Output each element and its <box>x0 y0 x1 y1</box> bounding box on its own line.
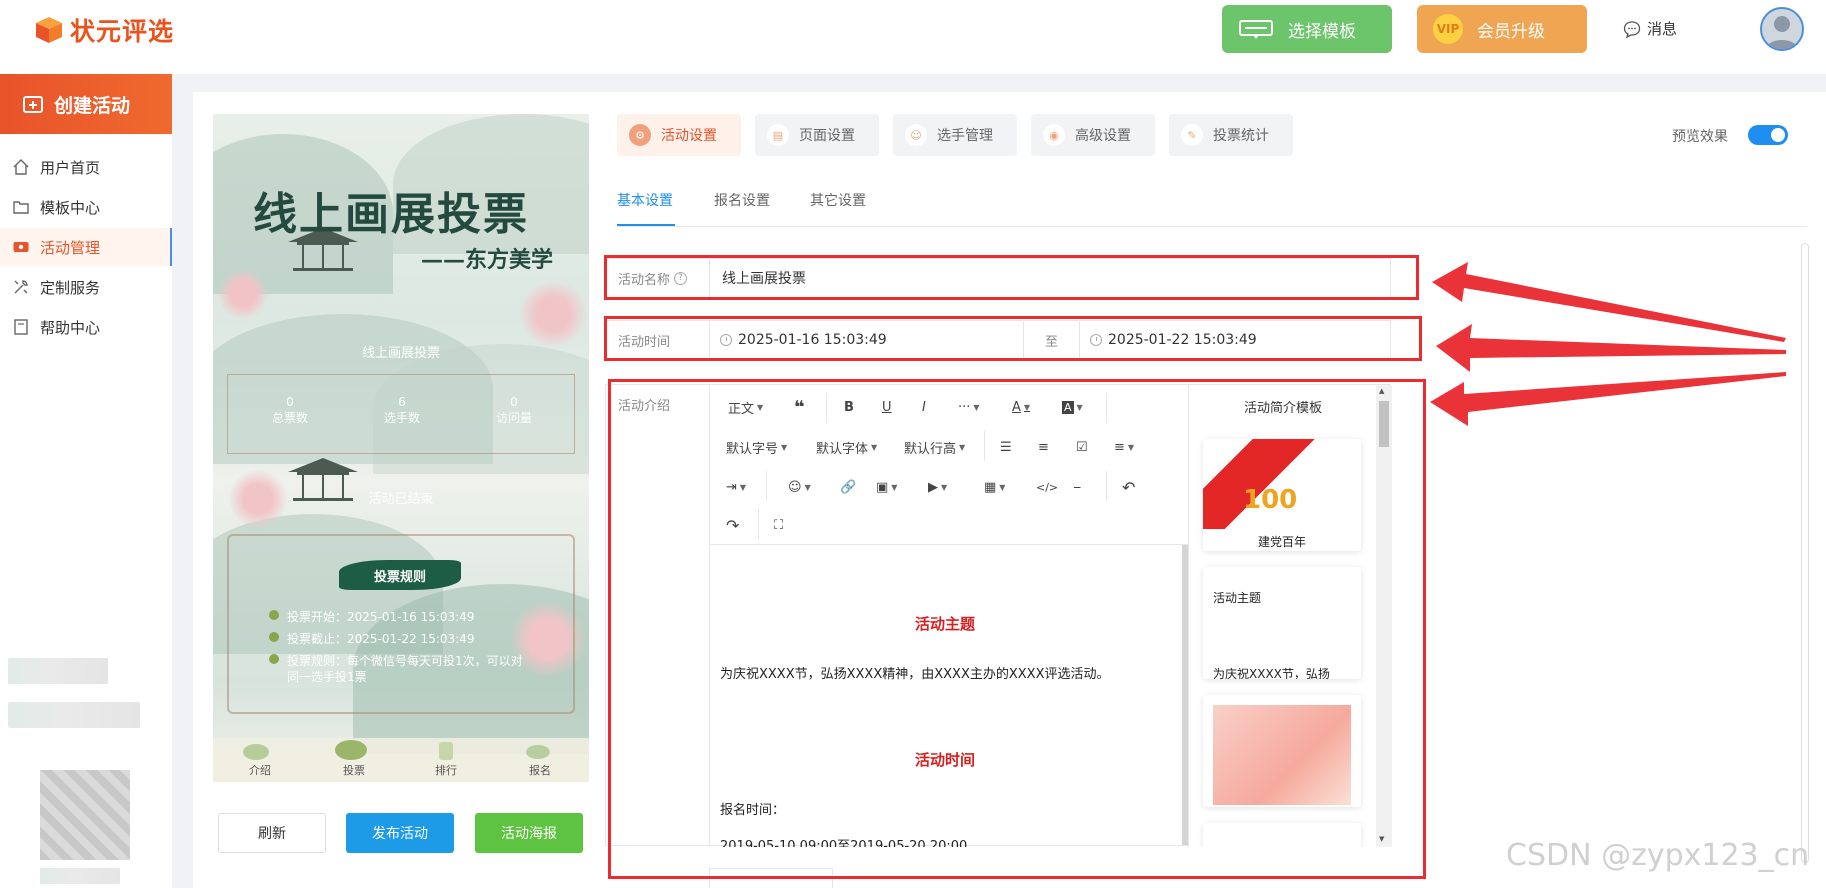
create-activity-button[interactable]: 创建活动 <box>0 74 172 134</box>
messages-label: 消息 <box>1647 20 1678 38</box>
publish-activity-button[interactable]: 发布活动 <box>346 813 454 853</box>
subtab-other-settings[interactable]: 其它设置 <box>810 190 866 210</box>
tab-label: 选手管理 <box>937 128 993 144</box>
book-icon <box>14 319 28 335</box>
preview-title: 线上画展投票 <box>253 189 529 240</box>
preview-bottom-nav: 介绍 投票 排行 报名 <box>213 738 589 782</box>
tab-contestant-management[interactable]: ☺ 选手管理 <box>893 114 1017 156</box>
tab-label: 投票统计 <box>1213 128 1269 144</box>
preview-activity-name: 线上画展投票 <box>361 346 440 361</box>
preview-info-line: 投票开始：2025-01-16 15:03:49 <box>269 608 474 625</box>
bottom-nav-rank[interactable]: 排行 <box>435 762 457 778</box>
preview-subtitle: ——东方美学 <box>421 247 554 273</box>
folder-icon <box>13 201 29 214</box>
tab-label: 高级设置 <box>1075 128 1131 144</box>
sidebar: 创建活动 用户首页 模板中心 活动管理 定制服务 帮助中心 <box>0 74 172 888</box>
user-icon <box>1766 16 1798 49</box>
vip-icon: VIP <box>1433 14 1463 44</box>
vip-upgrade-button[interactable]: VIP 会员升级 <box>1417 5 1587 53</box>
choose-template-label: 选择模板 <box>1288 21 1356 42</box>
messages-link[interactable]: 消息 <box>1623 18 1677 39</box>
tab-activity-settings[interactable]: ⚙ 活动设置 <box>617 114 741 156</box>
choose-template-button[interactable]: 选择模板 <box>1222 5 1392 53</box>
create-activity-label: 创建活动 <box>54 94 131 117</box>
stat-total-votes: 0 总票数 <box>271 395 308 425</box>
preview-effect-toggle[interactable] <box>1748 125 1788 145</box>
brand-logo[interactable]: 状元评选 <box>34 12 174 48</box>
sidebar-item-label: 用户首页 <box>40 158 101 177</box>
tools-icon <box>14 280 28 294</box>
subtab-divider <box>617 226 1807 227</box>
advanced-icon: ◉ <box>1043 124 1065 146</box>
activity-poster-button[interactable]: 活动海报 <box>475 813 583 853</box>
settings-icon: ⚙ <box>629 124 651 146</box>
vote-tab-icon <box>335 740 367 760</box>
stat-visits: 0 访问量 <box>495 395 532 425</box>
user-avatar[interactable] <box>1760 7 1804 51</box>
sidebar-item-custom-service[interactable]: 定制服务 <box>0 268 172 306</box>
create-icon <box>23 96 43 113</box>
annotation-arrows-icon <box>1430 262 1786 426</box>
preview-rules-button[interactable]: 投票规则 <box>339 560 461 590</box>
preview-info-line: 同一选手投1票 <box>287 670 367 684</box>
bottom-nav-signup[interactable]: 报名 <box>529 762 551 778</box>
preview-effect-label: 预览效果 <box>1672 129 1728 145</box>
rank-tab-icon <box>439 742 453 760</box>
intro-tab-icon <box>243 744 269 760</box>
template-icon <box>1238 17 1274 41</box>
vip-upgrade-label: 会员升级 <box>1477 21 1545 42</box>
chat-icon <box>1623 20 1641 38</box>
bottom-nav-vote[interactable]: 投票 <box>343 762 365 778</box>
tab-label: 页面设置 <box>799 128 855 144</box>
sidebar-item-activity-management[interactable]: 活动管理 <box>0 228 172 266</box>
mobile-preview[interactable]: 线上画展投票 ——东方美学 线上画展投票 0 总票数 6 选手数 0 访问量 活动已结… <box>213 114 589 782</box>
stats-icon: ✎ <box>1181 124 1203 146</box>
cube-icon <box>36 17 62 43</box>
watermark: CSDN @zypx123_cn <box>1506 838 1810 873</box>
preview-stats: 0 总票数 6 选手数 0 访问量 <box>227 374 575 454</box>
page-icon: ▤ <box>767 124 789 146</box>
users-icon: ☺ <box>905 124 927 146</box>
highlight-box <box>604 255 1419 300</box>
highlight-box <box>604 316 1422 361</box>
ticket-icon <box>13 242 29 252</box>
sidebar-item-help[interactable]: 帮助中心 <box>0 308 172 346</box>
blurred-qr-code <box>40 770 130 860</box>
subtab-signup-settings[interactable]: 报名设置 <box>714 190 770 210</box>
main-scrollbar[interactable] <box>1801 243 1809 863</box>
highlight-box <box>608 379 1426 879</box>
sidebar-item-home[interactable]: 用户首页 <box>0 148 172 186</box>
stat-contestants: 6 选手数 <box>383 395 420 425</box>
blurred-info <box>8 658 108 684</box>
sidebar-item-templates[interactable]: 模板中心 <box>0 188 172 226</box>
preview-status: 活动已结束 <box>368 492 434 507</box>
sidebar-item-label: 帮助中心 <box>40 318 101 337</box>
tab-advanced-settings[interactable]: ◉ 高级设置 <box>1031 114 1155 156</box>
tab-vote-statistics[interactable]: ✎ 投票统计 <box>1169 114 1293 156</box>
subtab-active-indicator <box>617 224 675 226</box>
brand-name: 状元评选 <box>70 17 175 46</box>
home-icon <box>13 159 29 175</box>
top-bar: 状元评选 选择模板 VIP 会员升级 消息 <box>0 0 1826 74</box>
subtab-basic-settings[interactable]: 基本设置 <box>617 190 673 210</box>
blurred-info <box>8 702 140 728</box>
bottom-nav-intro[interactable]: 介绍 <box>249 762 271 778</box>
sidebar-item-label: 定制服务 <box>40 278 101 297</box>
tab-page-settings[interactable]: ▤ 页面设置 <box>755 114 879 156</box>
sidebar-item-label: 模板中心 <box>40 198 101 217</box>
blurred-info <box>40 868 120 884</box>
signup-tab-icon <box>526 745 550 759</box>
preview-info-line: 投票规则：每个微信号每天可投1次，可以对 <box>269 652 523 669</box>
preview-info-line: 投票截止：2025-01-22 15:03:49 <box>269 630 474 647</box>
refresh-button[interactable]: 刷新 <box>218 813 326 853</box>
sidebar-item-label: 活动管理 <box>40 238 101 257</box>
tab-label: 活动设置 <box>661 128 717 144</box>
